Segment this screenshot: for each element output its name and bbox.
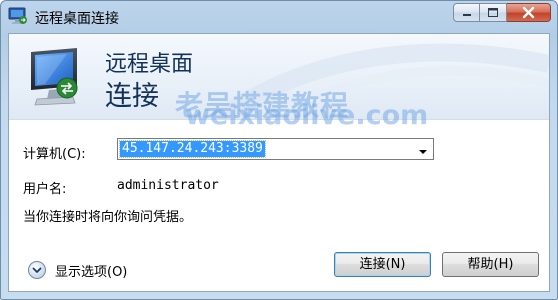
dialog-client-area: 远程桌面 连接 老吴搭建教程 计算机(C): 45.147.24.243:338… xyxy=(8,33,550,292)
watermark-text: 老吴搭建教程 xyxy=(175,89,350,119)
close-icon xyxy=(522,6,535,19)
banner-title-line-2: 连接 xyxy=(105,81,159,112)
username-label: 用户名: xyxy=(23,182,67,197)
minimize-icon xyxy=(463,14,471,16)
maximize-icon xyxy=(488,8,498,17)
username-value: administrator xyxy=(117,178,219,193)
close-button[interactable] xyxy=(507,3,551,22)
dropdown-arrow-button[interactable] xyxy=(416,143,430,155)
connect-button[interactable]: 连接(N) xyxy=(334,252,431,277)
dialog-window: 远程桌面连接 远程桌面 连接 老吴搭建教程 计算机(C): 45.147.24.… xyxy=(0,0,558,300)
caption-buttons xyxy=(453,3,551,22)
credentials-hint: 当你连接时将向你询问凭据。 xyxy=(23,210,193,225)
minimize-button[interactable] xyxy=(453,3,480,22)
remote-desktop-icon xyxy=(8,7,28,25)
show-options-label[interactable]: 显示选项(O) xyxy=(55,261,127,280)
computer-combobox[interactable]: 45.147.24.243:3389 xyxy=(117,138,434,160)
monitor-icon xyxy=(27,46,87,116)
help-button[interactable]: 帮助(H) xyxy=(442,252,539,277)
banner-divider xyxy=(9,119,549,120)
computer-label: 计算机(C): xyxy=(23,147,86,162)
chevron-down-circle-icon xyxy=(27,260,47,284)
header-banner: 远程桌面 连接 老吴搭建教程 xyxy=(9,34,549,119)
window-title: 远程桌面连接 xyxy=(35,11,119,27)
computer-input-value[interactable]: 45.147.24.243:3389 xyxy=(119,140,266,158)
title-bar[interactable]: 远程桌面连接 xyxy=(1,1,557,33)
maximize-button[interactable] xyxy=(480,3,507,22)
triangle-down-icon xyxy=(419,150,427,154)
